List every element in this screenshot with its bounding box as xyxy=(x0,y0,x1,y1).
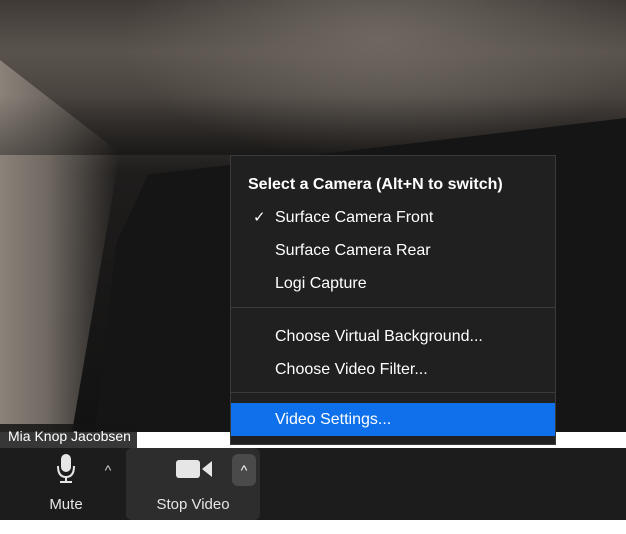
camera-option-logi-capture[interactable]: Logi Capture xyxy=(231,267,555,300)
camera-menu: Select a Camera (Alt+N to switch) ✓ Surf… xyxy=(230,155,556,445)
menu-option-label: Choose Video Filter... xyxy=(275,361,428,378)
video-settings-item[interactable]: Video Settings... xyxy=(231,403,555,436)
camera-option-surface-front[interactable]: ✓ Surface Camera Front xyxy=(231,201,555,234)
video-options-chevron-up-icon[interactable]: ^ xyxy=(232,454,256,486)
choose-virtual-background-item[interactable]: Choose Virtual Background... xyxy=(231,320,555,353)
camera-option-label: Logi Capture xyxy=(275,275,367,292)
meeting-toolbar: Mute ^ Stop Video ^ xyxy=(0,448,626,520)
audio-options-chevron-up-icon[interactable]: ^ xyxy=(98,458,118,482)
menu-option-label: Choose Virtual Background... xyxy=(275,328,483,345)
mute-label: Mute xyxy=(49,496,83,513)
menu-divider xyxy=(231,307,555,308)
menu-option-label: Video Settings... xyxy=(275,411,392,428)
meeting-window: Mia Knop Jacobsen Mute ^ Stop Video ^ Se… xyxy=(0,0,626,520)
camera-option-label: Surface Camera Rear xyxy=(275,242,431,259)
mute-button[interactable]: Mute xyxy=(30,448,102,520)
video-camera-icon xyxy=(176,458,212,484)
checkmark-icon: ✓ xyxy=(253,209,266,226)
microphone-icon xyxy=(56,454,76,488)
window-bottom-strip xyxy=(0,520,626,534)
choose-video-filter-item[interactable]: Choose Video Filter... xyxy=(231,353,555,386)
participant-name-tag: Mia Knop Jacobsen xyxy=(0,424,137,448)
stop-video-label: Stop Video xyxy=(156,496,230,513)
menu-divider xyxy=(231,392,555,393)
camera-option-label: Surface Camera Front xyxy=(275,209,434,226)
camera-menu-title: Select a Camera (Alt+N to switch) xyxy=(248,176,503,193)
camera-option-surface-rear[interactable]: Surface Camera Rear xyxy=(231,234,555,267)
